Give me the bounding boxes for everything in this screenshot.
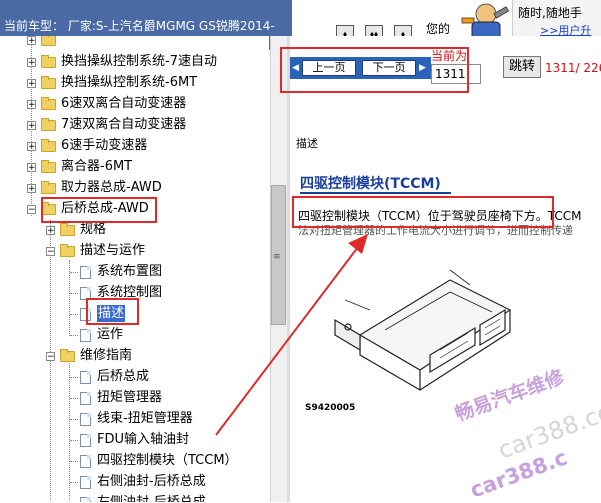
tree-item[interactable]: + 取力器总成-AWD (0, 178, 269, 198)
splitter-grip-icon[interactable]: ≡ (273, 252, 281, 262)
tree-guide (70, 461, 78, 462)
tree-item-label: 7速双离合自动变速器 (61, 117, 187, 132)
tree-item[interactable]: FDU输入轴油封 (0, 430, 269, 450)
tree-item[interactable]: + 离合器-6MT (0, 157, 269, 177)
tree-item-label: 四驱控制模块（TCCM） (97, 453, 238, 468)
expand-icon[interactable]: + (27, 100, 36, 110)
expand-icon[interactable]: + (27, 184, 36, 194)
tree-item[interactable]: − 描述与运作 (0, 241, 269, 261)
folder-icon (41, 139, 56, 152)
tree-item[interactable]: + 换挡操纵控制系统-7速自动 (0, 52, 269, 72)
tree-item-label: 线束-扭矩管理器 (97, 411, 193, 426)
jump-button[interactable]: 跳转 (503, 56, 541, 78)
annotation-box-tree (41, 197, 157, 223)
document-icon (80, 455, 91, 468)
tree-item-label: 维修指南 (80, 348, 133, 363)
annotation-box-selected (86, 298, 139, 325)
expand-icon[interactable]: + (27, 142, 36, 152)
tree-item[interactable]: 运作 (0, 325, 269, 345)
folder-open-icon (60, 244, 75, 257)
annotation-box-nav (280, 47, 469, 93)
tree-guide (70, 272, 78, 273)
document-icon (80, 476, 91, 489)
collapse-icon[interactable]: − (46, 247, 55, 257)
tree-item-label: FDU输入轴油封 (97, 432, 190, 447)
tree-guide (70, 335, 78, 336)
folder-icon (41, 160, 56, 173)
tree-item[interactable]: + 换挡操纵控制系统-6MT (0, 73, 269, 93)
section-label: 描述 (296, 137, 318, 150)
tree-item-label: 左侧油封-后桥总成 (97, 493, 206, 502)
page-count: 1311/ 226 (545, 61, 601, 75)
annotation-box-text (292, 196, 554, 228)
folder-icon (41, 36, 56, 46)
folder-open-icon (60, 349, 75, 362)
document-icon (80, 392, 91, 405)
tree-guide (70, 482, 78, 483)
title-underline (300, 192, 451, 194)
tree-item-label: 后桥总成 (97, 369, 150, 384)
tree-item-clipped[interactable]: + (0, 36, 269, 50)
tree-item-label: 离合器-6MT (61, 159, 133, 174)
tree-item-label: 换挡操纵控制系统-7速自动 (61, 54, 217, 69)
tree-item[interactable]: + 7速双离合自动变速器 (0, 115, 269, 135)
tree-item-label: 扭矩管理器 (97, 390, 163, 405)
expand-icon[interactable]: + (46, 226, 55, 236)
tree-item[interactable]: 线束-扭矩管理器 (0, 409, 269, 429)
tree-item-label: 6速手动变速器 (61, 138, 148, 153)
tree-item-label: 右侧油封-后桥总成 (97, 474, 206, 489)
folder-icon (41, 76, 56, 89)
tree-guide (70, 314, 78, 315)
document-icon (80, 497, 91, 502)
tree-item-label: 取力器总成-AWD (61, 180, 162, 195)
tree-item-label: 规格 (80, 222, 107, 237)
tree-item[interactable]: 右侧油封-后桥总成 (0, 472, 269, 492)
tree-item[interactable]: 左侧油封-后桥总成 (0, 493, 269, 502)
figure-label: S9420005 (305, 403, 356, 413)
collapse-icon[interactable]: − (46, 352, 55, 362)
tree-item-label: 6速双离合自动变速器 (61, 96, 187, 111)
tree-item[interactable]: + 6速手动变速器 (0, 136, 269, 156)
expand-icon[interactable]: + (27, 79, 36, 89)
tree-guide (70, 419, 78, 420)
promo-text: 随时,随地手 (518, 6, 582, 20)
tree-item[interactable]: + 6速双离合自动变速器 (0, 94, 269, 114)
tree-item[interactable]: 系统布置图 (0, 262, 269, 282)
tree-item[interactable]: 扭矩管理器 (0, 388, 269, 408)
tree-item[interactable]: 四驱控制模块（TCCM） (0, 451, 269, 471)
expand-icon[interactable]: + (27, 163, 36, 173)
tree-item-label: 运作 (97, 327, 124, 342)
tree-guide (70, 377, 78, 378)
tree-item[interactable]: − 维修指南 (0, 346, 269, 366)
page-title: 四驱控制模块(TCCM) (300, 176, 441, 192)
document-icon (80, 266, 91, 279)
document-icon (80, 329, 91, 342)
tree-guide (70, 440, 78, 441)
tree-guide (70, 293, 78, 294)
folder-icon (41, 181, 56, 194)
expand-icon[interactable]: + (27, 121, 36, 131)
folder-icon (41, 55, 56, 68)
navigation-tree: + + 换挡操纵控制系统-7速自动 + 换挡操纵控制系统-6MT + 6速双离合… (0, 36, 269, 502)
folder-icon (41, 118, 56, 131)
tree-item[interactable]: 后桥总成 (0, 367, 269, 387)
tree-guide (70, 398, 78, 399)
tree-item[interactable]: + 规格 (0, 220, 269, 240)
folder-icon (41, 97, 56, 110)
expand-icon[interactable]: + (27, 36, 36, 46)
tree-item-label: 换挡操纵控制系统-6MT (61, 75, 198, 90)
document-icon (80, 434, 91, 447)
document-icon (80, 371, 91, 384)
yours-text: 您的 (426, 22, 451, 36)
collapse-icon[interactable]: − (27, 205, 36, 215)
expand-icon[interactable]: + (27, 58, 36, 68)
tree-item-label: 系统布置图 (97, 264, 163, 279)
tree-item-label: 描述与运作 (80, 243, 146, 258)
folder-icon (60, 223, 75, 236)
document-icon (80, 413, 91, 426)
